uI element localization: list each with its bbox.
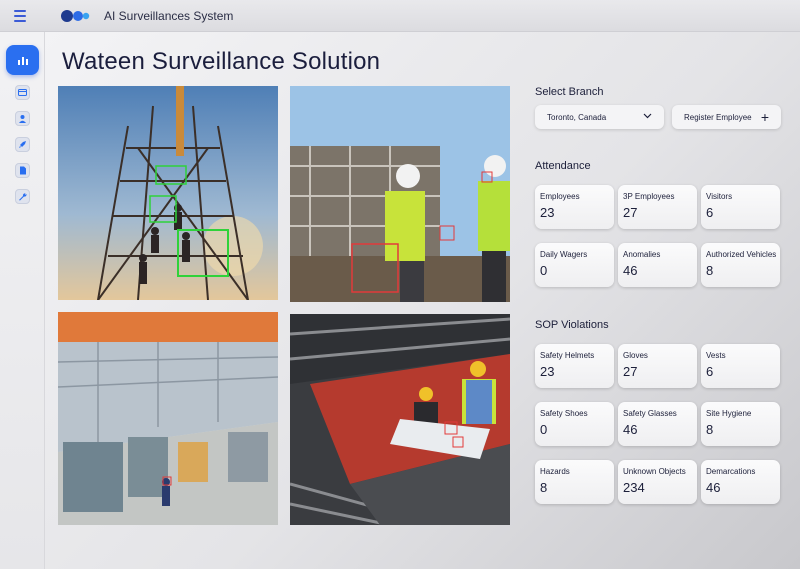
stat-value: 46	[623, 422, 638, 437]
camera-image	[290, 86, 510, 302]
top-bar: AI Surveillances System	[0, 0, 800, 32]
stat-value: 46	[623, 263, 638, 278]
stat-card-safety-helmets[interactable]: Safety Helmets 23	[535, 344, 614, 388]
stat-card-3p-employees[interactable]: 3P Employees 27	[618, 185, 697, 229]
stat-card-safety-shoes[interactable]: Safety Shoes 0	[535, 402, 614, 446]
document-icon	[19, 166, 26, 175]
stat-value: 8	[706, 263, 714, 278]
stat-card-demarcations[interactable]: Demarcations 46	[701, 460, 780, 504]
plus-icon: +	[760, 109, 769, 125]
register-employee-button[interactable]: Register Employee +	[672, 105, 781, 129]
stat-card-safety-glasses[interactable]: Safety Glasses 46	[618, 402, 697, 446]
select-branch-label: Select Branch	[535, 86, 604, 98]
stat-card-authorized-vehicles[interactable]: Authorized Vehicles 8	[701, 243, 780, 287]
stat-label: Site Hygiene	[706, 409, 752, 418]
stat-value: 27	[623, 205, 638, 220]
camera-image	[58, 312, 278, 525]
stat-card-vests[interactable]: Vests 6	[701, 344, 780, 388]
stat-label: Unknown Objects	[623, 467, 686, 476]
stat-value: 23	[540, 205, 555, 220]
stat-label: Vests	[706, 351, 726, 360]
camera-image	[58, 86, 278, 300]
sidebar-item-users[interactable]	[15, 111, 30, 126]
stat-label: Gloves	[623, 351, 648, 360]
app-logo	[61, 10, 90, 22]
stat-label: Anomalies	[623, 250, 661, 259]
stat-label: Daily Wagers	[540, 250, 588, 259]
stat-label: Safety Helmets	[540, 351, 595, 360]
stat-card-unknown-objects[interactable]: Unknown Objects 234	[618, 460, 697, 504]
attendance-label: Attendance	[535, 160, 591, 172]
stat-label: Hazards	[540, 467, 570, 476]
stat-value: 46	[706, 480, 721, 495]
sidebar-item-dashboard[interactable]	[6, 45, 39, 75]
stat-value: 8	[706, 422, 714, 437]
camera-feed-factory-floor[interactable]	[58, 312, 278, 525]
stat-label: 3P Employees	[623, 192, 675, 201]
sidebar-item-launch[interactable]	[15, 137, 30, 152]
stat-card-gloves[interactable]: Gloves 27	[618, 344, 697, 388]
camera-feed-scaffolding[interactable]	[58, 86, 278, 300]
sidebar-item-settings[interactable]	[15, 189, 30, 204]
chevron-down-icon	[643, 113, 652, 119]
stat-value: 6	[706, 205, 714, 220]
sop-violations-label: SOP Violations	[535, 319, 609, 331]
stat-value: 8	[540, 480, 548, 495]
wrench-icon	[19, 193, 27, 201]
stat-label: Authorized Vehicles	[706, 250, 777, 259]
rocket-icon	[19, 141, 26, 148]
app-title: AI Surveillances System	[104, 9, 234, 23]
branch-select-value: Toronto, Canada	[547, 112, 607, 122]
stat-value: 27	[623, 364, 638, 379]
stat-card-site-hygiene[interactable]: Site Hygiene 8	[701, 402, 780, 446]
stat-card-daily-wagers[interactable]: Daily Wagers 0	[535, 243, 614, 287]
sidebar-item-documents[interactable]	[15, 163, 30, 178]
camera-feed-machinery-line[interactable]	[290, 314, 510, 525]
card-icon	[18, 89, 27, 96]
stat-label: Visitors	[706, 192, 733, 201]
branch-select[interactable]: Toronto, Canada	[535, 105, 664, 129]
stat-label: Safety Shoes	[540, 409, 588, 418]
stat-card-anomalies[interactable]: Anomalies 46	[618, 243, 697, 287]
bar-chart-icon	[17, 57, 28, 65]
sidebar-item-cards[interactable]	[15, 85, 30, 100]
stat-card-hazards[interactable]: Hazards 8	[535, 460, 614, 504]
stat-card-employees[interactable]: Employees 23	[535, 185, 614, 229]
register-employee-label: Register Employee	[684, 112, 752, 122]
hamburger-menu-icon[interactable]	[9, 6, 31, 26]
stat-label: Employees	[540, 192, 580, 201]
stat-label: Safety Glasses	[623, 409, 677, 418]
stat-value: 23	[540, 364, 555, 379]
camera-feed-construction-site[interactable]	[290, 86, 510, 302]
stat-value: 6	[706, 364, 714, 379]
stat-card-visitors[interactable]: Visitors 6	[701, 185, 780, 229]
stat-label: Demarcations	[706, 467, 756, 476]
stat-value: 0	[540, 263, 548, 278]
user-icon	[19, 115, 26, 123]
stat-value: 234	[623, 480, 645, 495]
page-title: Wateen Surveillance Solution	[62, 48, 381, 75]
sidebar	[0, 32, 45, 569]
camera-image	[290, 314, 510, 525]
stat-value: 0	[540, 422, 548, 437]
